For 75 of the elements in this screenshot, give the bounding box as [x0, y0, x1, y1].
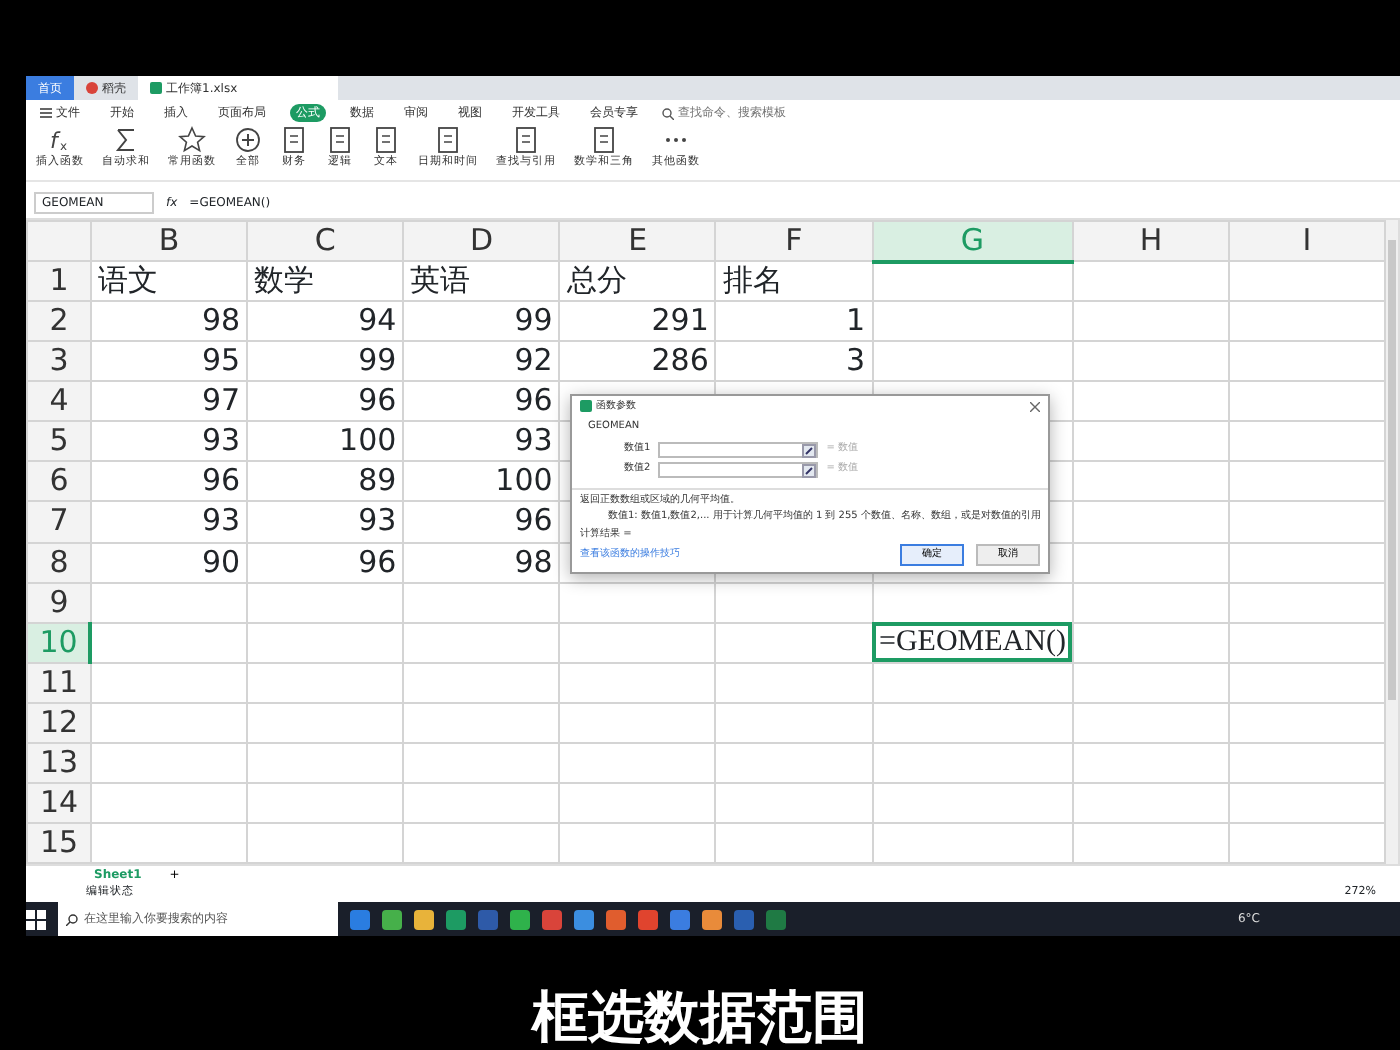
video-subtitle: 框选数据范围	[532, 984, 868, 1050]
argument-field[interactable]	[658, 441, 819, 457]
table-cell: 93	[247, 501, 404, 542]
table-cell: 95	[90, 341, 248, 382]
table-cell: 3	[715, 341, 873, 382]
document-icon	[372, 126, 400, 154]
table-cell: 排名	[715, 261, 873, 302]
row-header[interactable]: 9	[27, 582, 91, 623]
table-cell: =GEOMEAN()	[872, 622, 1073, 663]
table-cell: 99	[403, 301, 560, 342]
spreadsheet-icon	[580, 400, 592, 413]
row-header[interactable]: 14	[27, 782, 91, 823]
document-icon	[280, 126, 308, 154]
column-header[interactable]: D	[403, 221, 560, 262]
close-icon	[1030, 401, 1040, 412]
table-cell: 1	[715, 301, 873, 342]
column-header[interactable]: C	[247, 221, 404, 262]
table-cell: 英语	[403, 261, 560, 302]
table-cell: 99	[247, 341, 404, 382]
docer-icon	[86, 82, 98, 94]
table-cell: 98	[403, 542, 560, 583]
row-header[interactable]: 12	[27, 702, 91, 743]
table-cell: 93	[90, 501, 248, 542]
argument-field[interactable]	[658, 461, 819, 477]
document-icon	[326, 126, 354, 154]
column-header[interactable]: E	[559, 221, 716, 262]
table-cell: 90	[90, 542, 248, 583]
column-header[interactable]: I	[1228, 221, 1386, 262]
table-cell: 数学	[247, 261, 404, 302]
star-icon	[178, 126, 206, 154]
column-header[interactable]: B	[90, 221, 248, 262]
table-cell: 94	[247, 301, 404, 342]
table-cell: 语文	[90, 261, 248, 302]
row-header[interactable]: 3	[27, 341, 91, 382]
table-cell: 291	[559, 301, 716, 342]
row-header[interactable]: 2	[27, 301, 91, 342]
vertical-scrollbar[interactable]	[1386, 220, 1398, 864]
table-cell: 89	[247, 461, 404, 502]
row-header[interactable]: 13	[27, 742, 91, 783]
row-header[interactable]: 8	[27, 542, 91, 583]
table-cell: 100	[247, 421, 404, 462]
row-header[interactable]: 11	[27, 662, 91, 703]
sigma-icon	[112, 126, 140, 154]
table-cell: 93	[90, 421, 248, 462]
table-cell: 96	[403, 381, 560, 422]
range-picker-icon	[802, 463, 817, 477]
menu-icon	[40, 107, 52, 118]
column-header[interactable]: F	[715, 221, 873, 262]
row-header[interactable]: 5	[27, 421, 91, 462]
table-cell: 98	[90, 301, 248, 342]
row-header[interactable]: 4	[27, 381, 91, 422]
table-cell: 97	[90, 381, 248, 422]
table-cell: 96	[247, 542, 404, 583]
table-cell: 96	[247, 381, 404, 422]
row-header[interactable]: 1	[27, 261, 91, 302]
search-icon	[66, 913, 78, 925]
table-cell: 92	[403, 341, 560, 382]
plus-circle-icon	[234, 126, 262, 154]
row-header[interactable]: 7	[27, 501, 91, 542]
table-cell: 93	[403, 421, 560, 462]
table-cell: 96	[403, 501, 560, 542]
row-header[interactable]: 6	[27, 461, 91, 502]
document-icon	[590, 126, 618, 154]
table-cell: 总分	[559, 261, 716, 302]
column-header[interactable]: H	[1072, 221, 1229, 262]
spreadsheet-icon	[150, 82, 162, 94]
row-header[interactable]: 15	[27, 822, 91, 863]
document-icon	[512, 126, 540, 154]
table-cell: 100	[403, 461, 560, 502]
document-icon	[434, 126, 462, 154]
search-icon	[661, 107, 674, 119]
windows-start-icon	[26, 909, 46, 929]
table-cell: 96	[90, 461, 248, 502]
range-picker-icon	[802, 443, 817, 457]
table-cell: 286	[559, 341, 716, 382]
